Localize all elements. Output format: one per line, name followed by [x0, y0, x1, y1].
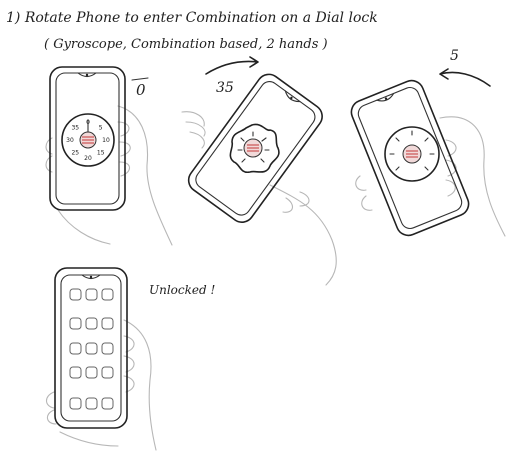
- app-icon: [69, 288, 82, 301]
- phone-4-camera: [89, 275, 93, 279]
- app-icon: [101, 317, 114, 330]
- label-underline-1: [131, 77, 149, 81]
- app-icon: [101, 342, 114, 355]
- dial-lock-3: [384, 126, 440, 182]
- title-line-1: 1) Rotate Phone to enter Combination on …: [6, 10, 378, 26]
- app-icon: [69, 366, 82, 379]
- dial-1-number: 15: [97, 150, 105, 157]
- dial-1-number: 5: [99, 124, 103, 131]
- title-line-2: ( Gyroscope, Combination based, 2 hands …: [44, 37, 328, 52]
- dial-lock-1: 0 5 10 15 20 25 30 35: [61, 113, 115, 167]
- app-icon: [101, 397, 114, 410]
- dial-1-number: 25: [71, 150, 79, 157]
- phone-1-label: 0: [136, 81, 146, 99]
- unlocked-label: Unlocked !: [149, 283, 215, 297]
- dial-1-number: 20: [84, 155, 92, 162]
- app-icon: [85, 288, 98, 301]
- phone-step-1: 0 5 10 15 20 25 30 35 0: [45, 66, 173, 246]
- app-icon: [85, 342, 98, 355]
- phone-3-label: 5: [450, 48, 459, 64]
- app-icon: [69, 317, 82, 330]
- hand-4: [45, 319, 157, 451]
- dial-1-number: 35: [71, 124, 79, 131]
- dial-1-number: 0: [86, 119, 90, 126]
- phone-step-2: 35: [181, 56, 337, 286]
- phone-step-unlocked: Unlocked !: [45, 267, 215, 451]
- app-icon-grid: [69, 288, 114, 410]
- dial-1-number: 30: [66, 137, 74, 144]
- app-icon: [85, 397, 98, 410]
- rotation-arrow-2: [205, 56, 259, 75]
- app-icon: [69, 397, 82, 410]
- phone-step-3: 5: [350, 48, 506, 237]
- app-icon: [85, 366, 98, 379]
- phone-2-label: 35: [216, 80, 234, 96]
- rotation-arrow-3: [439, 68, 491, 87]
- app-icon: [69, 342, 82, 355]
- app-icon: [101, 288, 114, 301]
- app-icon: [85, 317, 98, 330]
- phone-1-camera: [85, 73, 89, 77]
- app-icon: [101, 366, 114, 379]
- storyboard-sketch: 1) Rotate Phone to enter Combination on …: [6, 10, 506, 451]
- dial-1-number: 10: [102, 137, 110, 144]
- dial-lock-2: [229, 123, 280, 174]
